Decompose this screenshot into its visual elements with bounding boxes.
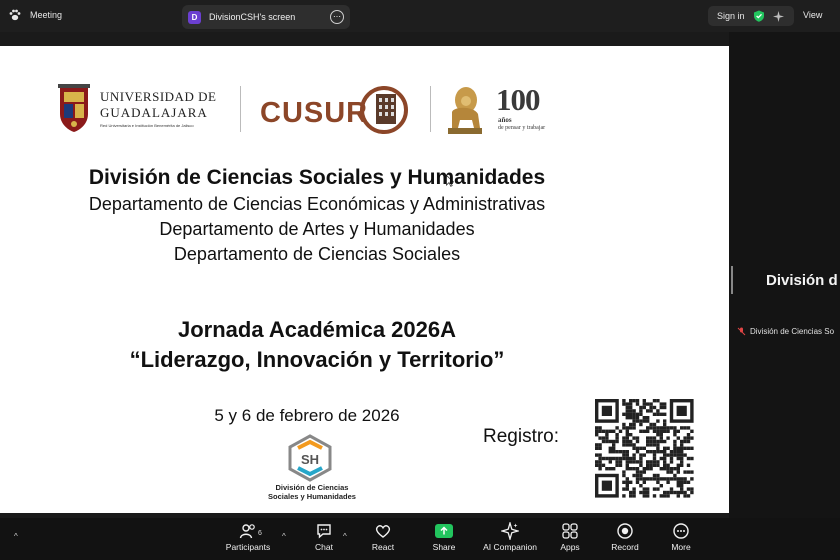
centenary-line2: de pensar y trabajar — [498, 125, 546, 131]
paw-icon — [9, 9, 21, 21]
more-icon — [673, 523, 689, 539]
record-label: Record — [611, 542, 639, 552]
share-screen-icon — [435, 524, 453, 538]
more-label: More — [671, 542, 691, 552]
screen-tab-label: DivisionCSH's screen — [209, 12, 296, 22]
division-title: División de Ciencias Sociales y Humanida… — [88, 166, 546, 189]
participants-button[interactable]: Participants — [217, 522, 279, 552]
udg-name-line1: UNIVERSIDAD DE — [100, 89, 217, 104]
meeting-label: Meeting — [30, 10, 63, 20]
screen-tab-badge: D — [188, 10, 201, 24]
apps-label: Apps — [560, 542, 580, 552]
registro-label: Registro: — [483, 426, 560, 447]
react-label: React — [371, 542, 395, 552]
meeting-tab[interactable]: Meeting — [8, 8, 62, 22]
centenary-line1: años — [498, 116, 512, 124]
more-options-icon[interactable]: ⋯ — [330, 10, 344, 24]
mic-muted-icon — [737, 327, 746, 336]
event-dates: 5 y 6 de febrero de 2026 — [214, 406, 400, 425]
udg-subtitle: Red Universitaria e Institución Beneméri… — [100, 123, 194, 128]
audio-options-caret[interactable]: ^ — [14, 532, 18, 541]
participant-video-panel[interactable]: División d División de Ciencias So — [729, 32, 840, 518]
share-screen-button[interactable]: Share — [413, 522, 475, 552]
view-label: View — [803, 10, 823, 20]
ai-companion-button[interactable]: AI Companion — [479, 522, 541, 552]
participants-label: Participants — [225, 542, 271, 552]
heart-icon — [375, 525, 391, 538]
participant-label: División de Ciencias So — [737, 327, 834, 336]
svg-text:SH: SH — [301, 452, 319, 467]
react-button[interactable]: React — [352, 522, 414, 552]
chat-options-caret[interactable]: ^ — [343, 532, 347, 541]
cusur-logo-text: CUSUR — [260, 97, 369, 129]
screen-share-tab[interactable]: D DivisionCSH's screen ⋯ — [182, 5, 350, 29]
participant-name-tile: División d — [766, 272, 838, 289]
udg-name-line2: GUADALAJARA — [100, 105, 208, 120]
more-button[interactable]: More — [650, 522, 712, 552]
centenary-number: 100 — [496, 82, 540, 117]
ai-sparkle-icon — [501, 522, 519, 540]
panel-resize-handle[interactable] — [731, 266, 733, 294]
event-subtitle: “Liderazgo, Innovación y Territorio” — [129, 347, 505, 372]
sign-in-label: Sign in — [717, 11, 745, 21]
participants-count: 6 — [258, 530, 262, 537]
record-button[interactable]: Record — [594, 522, 656, 552]
udg-name: UNIVERSIDAD DE GUADALAJARA — [100, 90, 216, 119]
csh-caption: División de Ciencias Sociales y Humanida… — [264, 483, 360, 501]
participant-label-text: División de Ciencias So — [750, 327, 835, 336]
registration-qr-code — [591, 395, 697, 500]
csh-logo: SH — [288, 434, 332, 482]
participants-icon — [239, 524, 255, 539]
view-menu[interactable]: View — [803, 10, 822, 20]
logo-divider — [430, 86, 431, 132]
share-label: Share — [432, 542, 456, 552]
sparkle-icon[interactable] — [772, 10, 784, 22]
chat-label: Chat — [315, 542, 333, 552]
lion-statue-logo — [448, 87, 482, 134]
meeting-toolbar: ^ Participants 6 ^ Chat ^ React Share AI… — [0, 518, 840, 560]
cusur-building-logo — [360, 86, 408, 134]
department-1: Departamento de Ciencias Económicas y Ad… — [88, 194, 546, 214]
chat-icon — [317, 524, 331, 539]
csh-caption-line1: División de Ciencias — [275, 483, 349, 492]
sign-in-button[interactable]: Sign in — [708, 6, 794, 26]
shield-check-icon[interactable] — [753, 10, 765, 22]
apps-button[interactable]: Apps — [539, 522, 601, 552]
shared-screen: UNIVERSIDAD DE GUADALAJARA Red Universit… — [0, 46, 729, 513]
csh-caption-line2: Sociales y Humanidades — [268, 492, 356, 501]
department-2: Departamento de Artes y Humanidades — [159, 219, 475, 239]
logo-strip: UNIVERSIDAD DE GUADALAJARA Red Universit… — [54, 82, 554, 140]
record-icon — [617, 523, 633, 539]
department-3: Departamento de Ciencias Sociales — [173, 244, 461, 264]
participants-options-caret[interactable]: ^ — [282, 532, 286, 541]
udg-crest-logo — [58, 84, 90, 132]
logo-divider — [240, 86, 241, 132]
ai-companion-label: AI Companion — [483, 542, 537, 552]
top-bar: Meeting D DivisionCSH's screen ⋯ Sign in… — [0, 0, 840, 32]
event-title: Jornada Académica 2026A — [178, 317, 456, 342]
apps-icon — [562, 523, 578, 539]
